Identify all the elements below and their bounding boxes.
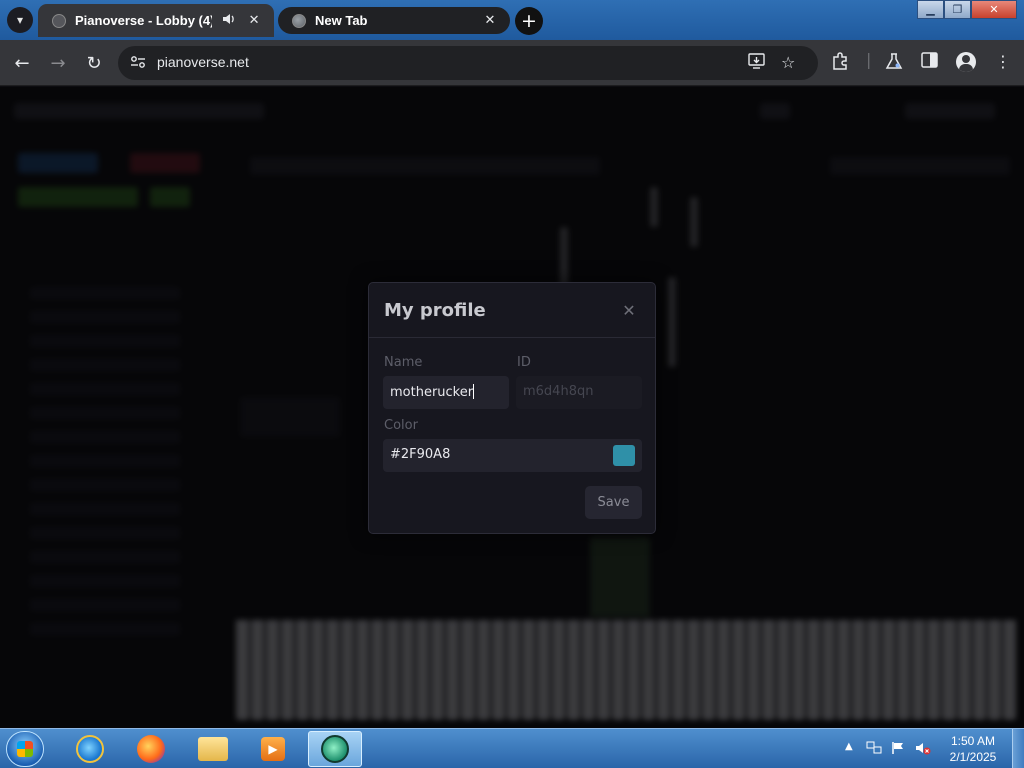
- tab-title: Pianoverse - Lobby (4): [75, 13, 213, 28]
- color-input-value: #2F90A8: [390, 447, 451, 462]
- show-hidden-icons-icon[interactable]: ▲: [845, 741, 853, 752]
- show-desktop-button[interactable]: [1012, 729, 1024, 768]
- media-player-icon: [261, 737, 285, 761]
- url-text: pianoverse.net: [157, 54, 249, 70]
- plus-icon: +: [521, 10, 537, 32]
- close-icon[interactable]: ✕: [246, 13, 262, 28]
- side-panel-icon[interactable]: [921, 52, 938, 72]
- text-caret: [473, 384, 475, 399]
- forward-button[interactable]: →: [45, 50, 71, 76]
- minimize-icon: ▁: [926, 3, 935, 16]
- color-swatch[interactable]: [613, 445, 635, 466]
- network-icon[interactable]: [866, 741, 882, 758]
- maximize-button[interactable]: ❐: [944, 0, 971, 19]
- browser-toolbar: ← → ↻ pianoverse.net ☆ | ⋮: [0, 40, 1024, 86]
- taskbar-app-media-player[interactable]: [246, 731, 300, 767]
- profile-modal: My profile ✕ Name ID motherucker m6d4h8q…: [368, 282, 656, 534]
- taskbar: ▲ 1:50 AM 2/1/2025: [0, 728, 1024, 768]
- start-button[interactable]: [6, 731, 44, 767]
- more-vert-icon[interactable]: ⋮: [995, 52, 1011, 71]
- close-icon[interactable]: ✕: [482, 13, 498, 28]
- puzzle-icon[interactable]: [831, 52, 849, 74]
- volume-muted-icon[interactable]: [915, 741, 931, 758]
- reload-icon: ↻: [86, 52, 102, 74]
- name-label: Name: [384, 355, 423, 370]
- new-tab-button[interactable]: +: [515, 7, 543, 35]
- taskbar-app-file-explorer[interactable]: [186, 731, 240, 767]
- flask-icon[interactable]: [885, 52, 903, 74]
- pianoverse-app-icon: [321, 735, 349, 763]
- id-field: m6d4h8qn: [516, 376, 642, 409]
- profile-icon[interactable]: [956, 52, 976, 72]
- action-center-flag-icon[interactable]: [891, 741, 905, 758]
- name-input[interactable]: motherucker: [383, 376, 509, 409]
- reload-button[interactable]: ↻: [81, 50, 107, 76]
- tab-pianoverse-lobby[interactable]: Pianoverse - Lobby (4) ✕: [38, 4, 274, 37]
- tab-new-tab[interactable]: New Tab ✕: [278, 7, 510, 34]
- modal-title: My profile: [384, 300, 486, 321]
- star-icon[interactable]: ☆: [781, 53, 795, 72]
- folder-icon: [198, 737, 228, 761]
- toolbar-divider: |: [866, 50, 872, 69]
- window-controls: ▁ ❐ ✕: [917, 0, 1017, 19]
- restore-icon: ❐: [952, 3, 963, 16]
- close-modal-button[interactable]: ✕: [620, 300, 638, 320]
- save-button[interactable]: Save: [585, 486, 642, 519]
- pianoverse-favicon: [52, 13, 66, 28]
- close-icon: ✕: [989, 3, 999, 16]
- color-input[interactable]: #2F90A8: [383, 439, 642, 472]
- taskbar-app-internet-explorer[interactable]: [63, 731, 117, 767]
- minimize-button[interactable]: ▁: [917, 0, 944, 19]
- firefox-icon: [137, 735, 165, 763]
- taskbar-app-pianoverse[interactable]: [308, 731, 362, 767]
- system-clock[interactable]: 1:50 AM 2/1/2025: [938, 733, 1008, 765]
- back-button[interactable]: ←: [9, 50, 35, 76]
- install-app-icon[interactable]: [748, 53, 766, 73]
- speaker-icon[interactable]: [221, 12, 237, 30]
- tab-title: New Tab: [315, 13, 368, 28]
- close-icon: ✕: [622, 300, 636, 320]
- id-value: m6d4h8qn: [523, 384, 594, 399]
- browser-tabstrip: ▾ Pianoverse - Lobby (4) ✕ New Tab ✕ + ▁…: [0, 0, 1024, 40]
- name-input-value: motherucker: [390, 385, 474, 400]
- forward-arrow-icon: →: [50, 52, 66, 74]
- color-label: Color: [384, 418, 418, 433]
- close-window-button[interactable]: ✕: [971, 0, 1017, 19]
- modal-header: My profile ✕: [369, 283, 655, 338]
- internet-explorer-icon: [76, 735, 104, 763]
- taskbar-app-firefox[interactable]: [124, 731, 178, 767]
- address-bar[interactable]: pianoverse.net ☆: [118, 46, 818, 80]
- back-arrow-icon: ←: [14, 52, 30, 74]
- id-label: ID: [517, 355, 531, 370]
- screen: ▾ Pianoverse - Lobby (4) ✕ New Tab ✕ + ▁…: [0, 0, 1024, 768]
- clock-date: 2/1/2025: [949, 750, 997, 764]
- chevron-down-icon: ▾: [16, 13, 24, 27]
- tab-search-button[interactable]: ▾: [7, 7, 33, 33]
- clock-time: 1:50 AM: [950, 734, 996, 748]
- site-info-icon[interactable]: [130, 55, 146, 73]
- globe-icon: [292, 13, 306, 28]
